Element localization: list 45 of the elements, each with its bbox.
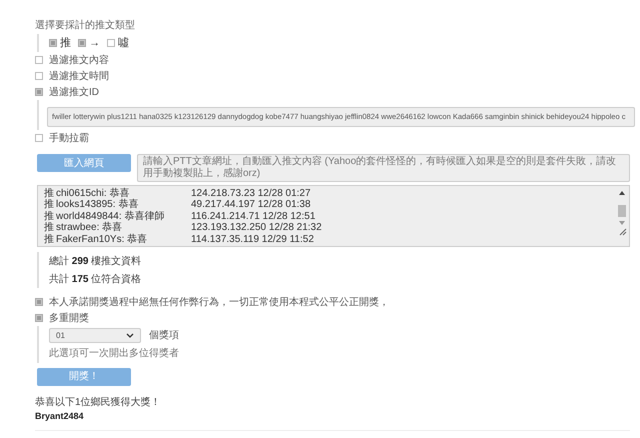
comment-tag: 推 (44, 212, 56, 222)
comment-text: looks143895: 恭喜 (56, 200, 140, 210)
comment-meta: 49.217.44.197 12/28 01:38 (191, 200, 311, 210)
hint-text: 此選項可一次開出多位得獎者 (49, 346, 180, 361)
checkbox-label: 本人承諾開獎過程中絕無任何作弊行為，一切正常使用本程式公平公正開獎， (49, 296, 389, 310)
checkbox[interactable] (35, 314, 43, 322)
comment-tag: 推 (44, 223, 56, 234)
checkbox[interactable] (35, 88, 43, 96)
chevron-down-icon (126, 333, 134, 338)
comment-meta: 116.241.214.71 12/28 12:51 (191, 212, 316, 222)
unit-label: 個獎項 (149, 328, 179, 343)
checkbox-label: 推 (60, 36, 71, 51)
total-text: 共計 175 位符合資格 (49, 272, 142, 286)
comment-tag: 推 (44, 188, 56, 199)
comment-textarea[interactable] (37, 185, 630, 247)
checkbox-label: 過濾推文ID (49, 86, 99, 100)
comment-text: chi0615chi: 恭喜 (56, 188, 130, 199)
checkbox-label: 過濾推文內容 (49, 54, 109, 68)
checkbox-label: 噓 (118, 36, 129, 51)
comment-text: FakerFan10Ys: 恭喜 (56, 234, 148, 245)
checkbox[interactable] (35, 72, 43, 80)
checkbox-label: 手動拉霸 (49, 132, 89, 146)
checkbox-label: 過濾推文時間 (49, 70, 109, 84)
count-select[interactable]: 01 (49, 328, 141, 343)
checkbox[interactable] (107, 39, 115, 47)
url-field[interactable]: 請輸入PTT文章網址，自動匯入推文內容 (Yahoo的套件怪怪的，有時候匯入如果是空的則是套件失敗，請改用手動複製貼上，感謝orz) (137, 154, 630, 182)
comment-meta: 124.218.73.23 12/28 01:27 (191, 188, 311, 199)
total-text: 總計 299 樓推文資料 (49, 254, 142, 268)
checkbox[interactable] (35, 56, 43, 64)
comment-tag: 推 (44, 234, 56, 245)
checkbox-label: 多重開獎 (49, 312, 89, 326)
winner-name: Bryant2484 (35, 410, 85, 423)
scrollbar-drawing[interactable] (617, 189, 627, 237)
checkbox[interactable] (35, 134, 43, 142)
comment-meta: 114.137.35.119 12/29 11:52 (191, 234, 314, 245)
checkbox[interactable] (78, 39, 86, 47)
checkbox-label: → (89, 36, 100, 51)
checkbox[interactable] (35, 298, 43, 306)
checkbox[interactable] (49, 39, 57, 47)
result-message: 恭喜以下1位鄉民獲得大獎！ (35, 396, 162, 410)
comment-meta: 123.193.132.250 12/28 21:32 (191, 223, 322, 234)
comment-text: strawbee: 恭喜 (56, 223, 124, 234)
comment-tag: 推 (44, 200, 56, 210)
comment-text: world4849844: 恭喜律師 (56, 212, 166, 222)
title: 選擇要採計的推文類型 (35, 18, 136, 33)
